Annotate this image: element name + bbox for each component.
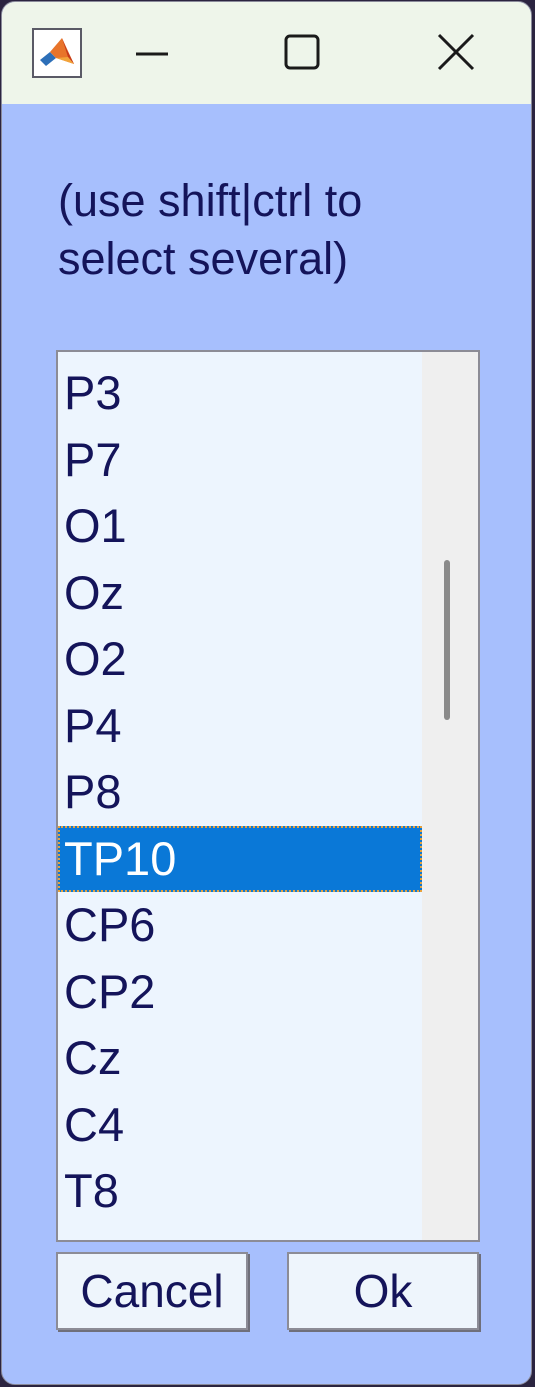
- list-item[interactable]: P8: [58, 759, 422, 826]
- list-item[interactable]: CP6: [58, 892, 422, 959]
- instruction-text: (use shift|ctrl to select several): [58, 175, 363, 284]
- ok-button[interactable]: Ok: [287, 1252, 479, 1330]
- dialog-window: (use shift|ctrl to select several) P3 P7 O…: [1, 1, 532, 1385]
- minimize-button[interactable]: [112, 16, 192, 88]
- list-item[interactable]: P7: [58, 427, 422, 494]
- title-bar[interactable]: [2, 2, 531, 104]
- list-item[interactable]: T8: [58, 1158, 422, 1225]
- list-item[interactable]: O2: [58, 626, 422, 693]
- list-item[interactable]: C4: [58, 1092, 422, 1159]
- scrollbar-thumb[interactable]: [444, 560, 450, 720]
- channel-list[interactable]: P3 P7 O1 Oz O2 P4 P8 TP10 CP6 CP2 Cz C4 T8: [58, 360, 422, 1225]
- cancel-button[interactable]: Cancel: [56, 1252, 248, 1330]
- list-item[interactable]: P3: [58, 360, 422, 427]
- list-item[interactable]: Cz: [58, 1025, 422, 1092]
- vertical-scrollbar[interactable]: [422, 352, 478, 1240]
- channel-listbox[interactable]: P3 P7 O1 Oz O2 P4 P8 TP10 CP6 CP2 Cz C4 T8: [56, 350, 480, 1242]
- close-button[interactable]: [416, 16, 496, 88]
- maximize-button[interactable]: [262, 16, 342, 88]
- minimize-icon: [136, 52, 168, 56]
- close-icon: [437, 33, 475, 71]
- list-item[interactable]: Oz: [58, 560, 422, 627]
- maximize-icon: [284, 34, 320, 70]
- list-item[interactable]: CP2: [58, 959, 422, 1026]
- list-item[interactable]: O1: [58, 493, 422, 560]
- list-item[interactable]: P4: [58, 693, 422, 760]
- matlab-icon[interactable]: [32, 28, 82, 78]
- list-item[interactable]: TP10: [58, 825, 422, 892]
